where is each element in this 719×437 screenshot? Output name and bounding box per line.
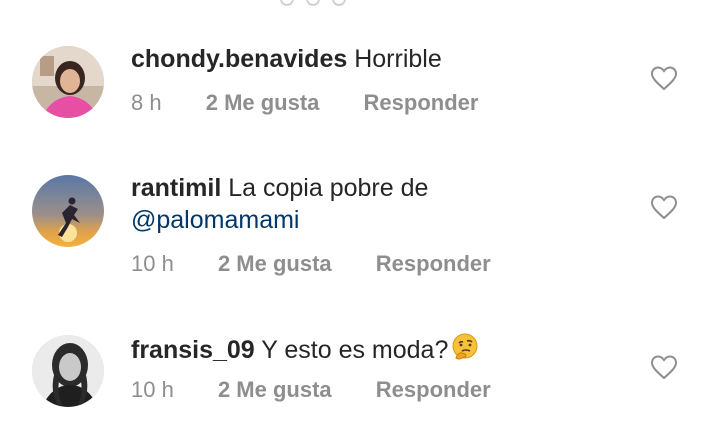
comment-time: 10 h	[131, 377, 174, 402]
avatar-photo	[32, 175, 104, 247]
comment-meta: 10 h 2 Me gusta Responder	[131, 377, 491, 403]
heart-icon[interactable]	[650, 354, 678, 380]
comment-text: chondy.benavides Horrible	[131, 43, 651, 75]
avatar[interactable]	[32, 335, 104, 407]
heart-icon[interactable]	[650, 194, 678, 220]
likes-count-button[interactable]: 2 Me gusta	[206, 90, 320, 115]
comment-text: rantimil La copia pobre de @palomamami	[131, 172, 651, 236]
comment-body: La copia pobre de	[228, 174, 429, 202]
comment-username[interactable]: rantimil	[131, 174, 221, 202]
comment-body: Y esto es moda?	[261, 336, 449, 364]
reply-button[interactable]: Responder	[376, 251, 491, 276]
comment-meta: 8 h 2 Me gusta Responder	[131, 90, 478, 116]
reply-button[interactable]: Responder	[376, 377, 491, 402]
likes-count-button[interactable]: 2 Me gusta	[218, 377, 332, 402]
comments-page: chondy.benavides Horrible 8 h 2 Me gusta…	[0, 0, 719, 437]
thinking-face-emoji-icon	[452, 333, 478, 360]
comment-meta: 10 h 2 Me gusta Responder	[131, 251, 491, 277]
comment-username[interactable]: chondy.benavides	[131, 45, 347, 73]
avatar[interactable]	[32, 175, 104, 247]
comment-body: Horrible	[354, 45, 442, 73]
comment-time: 8 h	[131, 90, 162, 115]
mention-link[interactable]: @palomamami	[131, 206, 299, 234]
avatar-photo	[32, 335, 104, 407]
avatar[interactable]	[32, 46, 104, 118]
comment-time: 10 h	[131, 251, 174, 276]
heart-icon[interactable]	[650, 65, 678, 91]
likes-count-button[interactable]: 2 Me gusta	[218, 251, 332, 276]
cut-off-previous-row	[280, 0, 420, 6]
avatar-photo	[32, 46, 104, 118]
comment-text: fransis_09 Y esto es moda?	[131, 332, 651, 366]
comment-username[interactable]: fransis_09	[131, 336, 255, 364]
reply-button[interactable]: Responder	[364, 90, 479, 115]
